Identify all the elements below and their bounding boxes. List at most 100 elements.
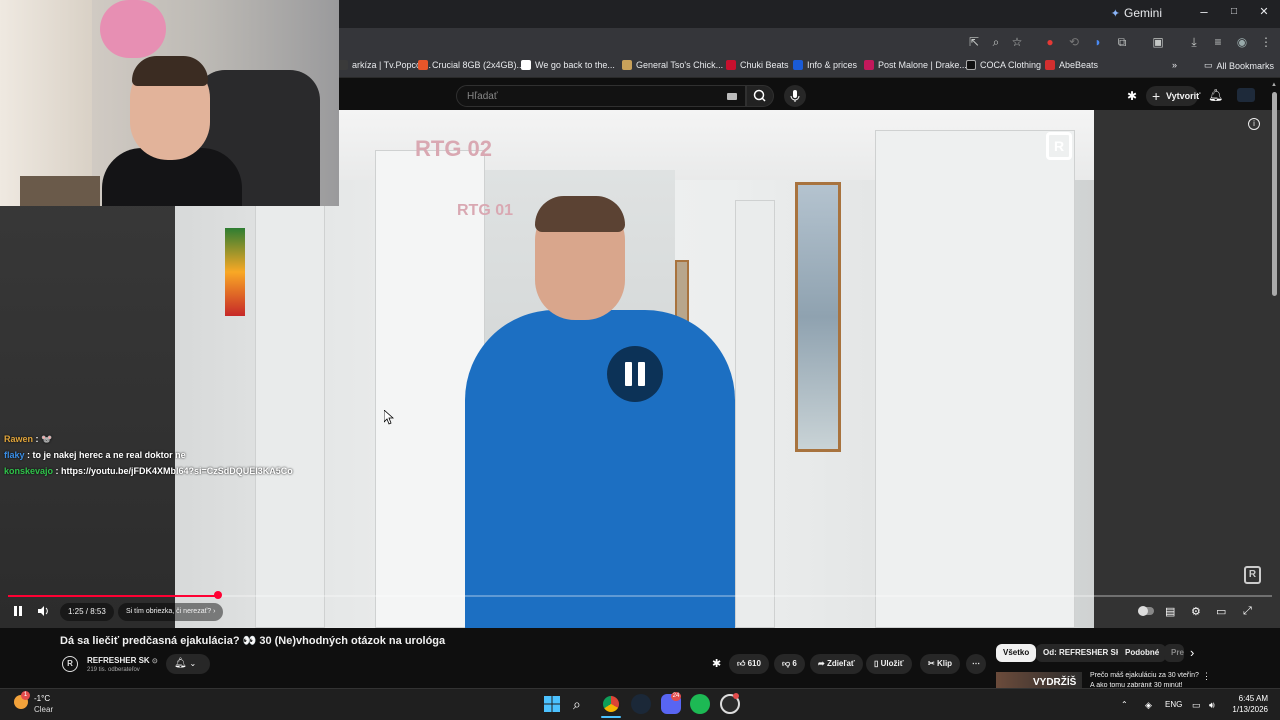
chip-all[interactable]: Všetko bbox=[996, 644, 1037, 662]
scissors-icon: ✂ bbox=[928, 659, 935, 668]
pause-button[interactable] bbox=[12, 605, 24, 620]
browser-menu-icon[interactable]: ⋮ bbox=[1258, 34, 1274, 50]
clip-button[interactable]: ✂ Klip bbox=[920, 654, 961, 674]
extension-red-icon[interactable]: ● bbox=[1042, 34, 1058, 50]
notifications-bell-icon[interactable]: 🔔︎ bbox=[1208, 88, 1223, 102]
pause-overlay-icon[interactable] bbox=[607, 346, 663, 402]
spotify-taskbar-icon[interactable] bbox=[690, 694, 710, 714]
create-button[interactable]: + Vytvoriť bbox=[1146, 86, 1201, 106]
minimize-button[interactable]: – bbox=[1189, 4, 1219, 19]
chapter-button[interactable]: Si tím obriezka, či nerezať? › bbox=[118, 603, 224, 621]
webcam-plush-toy bbox=[100, 0, 166, 58]
recommendation-title[interactable]: Prečo máš ejakuláciu za 30 vteřín? bbox=[1090, 672, 1199, 679]
app-notification-dot bbox=[733, 693, 739, 699]
all-bookmarks-button[interactable]: ▭ All Bookmarks bbox=[1204, 60, 1274, 71]
room-sign: RTG 02 bbox=[415, 136, 493, 161]
bookmark-item[interactable]: Info & prices bbox=[793, 60, 857, 70]
subtitles-icon[interactable]: ▤ bbox=[1165, 605, 1175, 618]
keyboard-icon[interactable] bbox=[727, 93, 737, 100]
subscriber-count: 219 tis. odberateľov bbox=[87, 667, 140, 673]
voice-search-button[interactable] bbox=[784, 85, 806, 107]
settings-gear-icon[interactable]: ⚙ bbox=[1191, 605, 1201, 618]
language-indicator[interactable]: ENG bbox=[1165, 700, 1182, 709]
tray-app-icon[interactable]: ◈ bbox=[1145, 700, 1152, 711]
taskbar-clock[interactable]: 6:45 AM 1/13/2026 bbox=[1228, 693, 1268, 715]
extension-blue-icon[interactable]: ◗ bbox=[1090, 34, 1106, 50]
chips-next-chevron-icon[interactable]: › bbox=[1190, 645, 1194, 660]
chrome-taskbar-icon[interactable] bbox=[601, 694, 621, 714]
chevron-down-icon: ⌄ bbox=[189, 659, 197, 668]
bookmark-item[interactable]: Crucial 8GB (2x4GB)... bbox=[418, 60, 524, 70]
theater-mode-icon[interactable]: ▭ bbox=[1216, 605, 1226, 618]
zoom-icon[interactable]: ⌕ bbox=[988, 34, 1004, 50]
speaker-icon[interactable]: 🔊︎ bbox=[1209, 700, 1215, 711]
webcam-overlay bbox=[0, 0, 339, 206]
bookmark-item[interactable]: We go back to the... bbox=[521, 60, 615, 70]
subscription-bell-button[interactable]: 🔔︎ ⌄ bbox=[166, 654, 210, 674]
fullscreen-icon[interactable]: ⤢ bbox=[1243, 605, 1252, 618]
share-button[interactable]: ➦ Zdieľať bbox=[810, 654, 863, 674]
network-icon[interactable]: ▭ bbox=[1192, 700, 1201, 711]
chip-related[interactable]: Podobné bbox=[1118, 644, 1167, 662]
channel-avatar[interactable]: R bbox=[62, 656, 78, 672]
more-actions-button[interactable]: ⋯ bbox=[966, 654, 986, 674]
channel-name[interactable]: REFRESHER SK ⊙ bbox=[87, 656, 158, 665]
scrollbar-thumb[interactable] bbox=[1272, 92, 1277, 296]
taskbar-search-icon[interactable]: ⌕ bbox=[573, 696, 593, 716]
scroll-up-arrow-icon[interactable]: ▲ bbox=[1271, 82, 1277, 88]
clip-label: Klip bbox=[936, 659, 953, 668]
save-button[interactable]: ▯ Uložiť bbox=[866, 654, 912, 674]
time-current: 1:25 bbox=[68, 607, 84, 616]
account-avatar[interactable] bbox=[1237, 88, 1255, 102]
premium-gear-icon[interactable]: ✱ bbox=[1127, 89, 1137, 103]
clock-date: 1/13/2026 bbox=[1232, 705, 1268, 714]
bookmark-item[interactable]: AbeBeats bbox=[1045, 60, 1098, 70]
tray-overflow-chevron-icon[interactable]: ⌃ bbox=[1121, 700, 1128, 709]
progress-scrubber-handle[interactable] bbox=[213, 591, 222, 599]
chat-username: flaky bbox=[4, 450, 25, 460]
ask-ai-icon[interactable]: ✱ bbox=[712, 657, 721, 670]
video-door bbox=[735, 200, 775, 628]
bookmark-favicon bbox=[726, 60, 736, 70]
bookmark-item[interactable]: COCA Clothing bbox=[966, 60, 1041, 70]
steam-taskbar-icon[interactable] bbox=[631, 694, 651, 714]
bookmarks-overflow-chevron-icon[interactable]: » bbox=[1172, 60, 1177, 70]
chat-username: konskevajo bbox=[4, 466, 54, 476]
video-painting bbox=[795, 182, 841, 452]
profile-avatar-icon[interactable]: ◉ bbox=[1234, 34, 1250, 50]
channel-branding-logo[interactable]: R bbox=[1244, 566, 1261, 584]
gemini-button[interactable]: ✦ Gemini bbox=[1111, 6, 1162, 20]
recommendation-menu-icon[interactable]: ⋮ bbox=[1202, 671, 1211, 682]
volume-button[interactable] bbox=[37, 605, 51, 620]
bookmark-star-icon[interactable]: ☆ bbox=[1009, 34, 1025, 50]
recommendation-thumbnail-text: VYDRŽÍŠ bbox=[1033, 677, 1077, 688]
media-icon[interactable]: ≡ bbox=[1210, 34, 1226, 50]
discord-notification-badge: 24 bbox=[671, 692, 681, 701]
dislike-button[interactable]: 👎︎ 6 bbox=[774, 654, 805, 674]
chip-from-channel[interactable]: Od: REFRESHER SK bbox=[1036, 644, 1129, 662]
search-button[interactable] bbox=[746, 85, 774, 107]
bookmark-item[interactable]: General Tso's Chick... bbox=[622, 60, 723, 70]
search-icon bbox=[753, 89, 766, 102]
like-button[interactable]: 👍︎ 610 bbox=[729, 654, 769, 674]
active-app-indicator bbox=[601, 716, 621, 718]
bookmark-item[interactable]: Post Malone | Drake... bbox=[864, 60, 967, 70]
windows-start-icon[interactable] bbox=[543, 695, 561, 713]
extensions-puzzle-icon[interactable]: ⧉ bbox=[1114, 34, 1130, 50]
maximize-button[interactable]: □ bbox=[1219, 6, 1249, 17]
extension-gray-icon[interactable]: ⟲ bbox=[1066, 34, 1082, 50]
tab-search-icon[interactable]: ▣ bbox=[1150, 34, 1166, 50]
share-label: Zdieľať bbox=[826, 659, 855, 668]
progress-bar[interactable] bbox=[8, 591, 1272, 599]
search-input[interactable]: Hľadať bbox=[456, 85, 746, 107]
autoplay-toggle[interactable] bbox=[1138, 606, 1154, 616]
pause-icon bbox=[14, 606, 22, 616]
video-person-hair bbox=[535, 196, 625, 232]
bookmark-item[interactable]: Chuki Beats bbox=[726, 60, 789, 70]
install-app-icon[interactable]: ⇱ bbox=[966, 34, 982, 50]
bookmark-favicon bbox=[864, 60, 874, 70]
close-button[interactable]: ✕ bbox=[1249, 5, 1279, 18]
downloads-icon[interactable]: ⤓ bbox=[1186, 34, 1202, 50]
chip-truncated[interactable]: Pre bbox=[1164, 644, 1184, 662]
info-icon[interactable]: i bbox=[1248, 118, 1260, 130]
